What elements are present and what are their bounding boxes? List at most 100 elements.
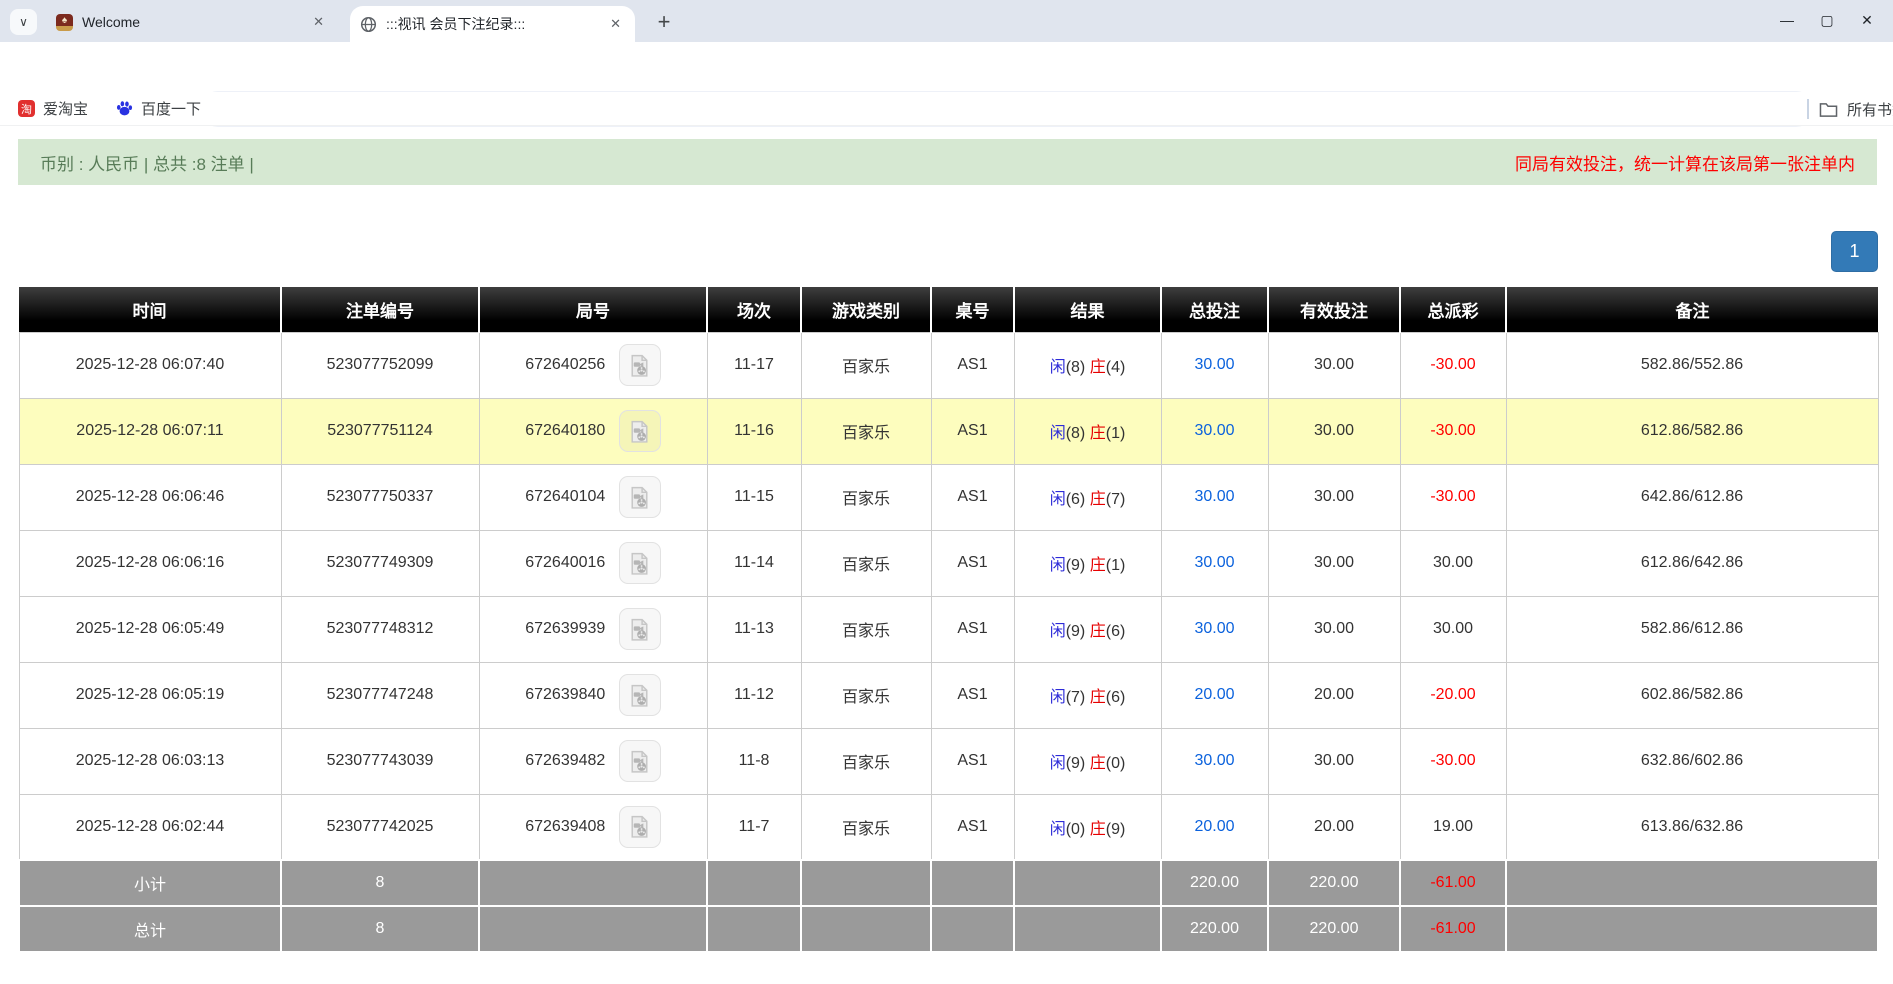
round-id-text: 672639840 (525, 686, 605, 703)
cell-session: 11-8 (707, 728, 801, 794)
summary-valid-bet: 220.00 (1268, 860, 1400, 906)
subtotal-row: 小计 8 220.00 220.00 -61.00 (19, 860, 1878, 906)
cell-bet-id: 523077743039 (281, 728, 479, 794)
table-row[interactable]: 2025-12-28 06:03:13 523077743039 6726394… (19, 728, 1878, 794)
cell-round-id: 672639408 (479, 794, 707, 860)
result-player-label: 闲 (1050, 359, 1066, 376)
video-replay-button[interactable] (619, 674, 661, 716)
total-bet-link[interactable]: 30.00 (1194, 422, 1234, 439)
cell-result: 闲(8) 庄(4) (1014, 332, 1161, 398)
cell-remark: 612.86/642.86 (1506, 530, 1878, 596)
cell-total-bet: 30.00 (1161, 464, 1268, 530)
total-bet-link[interactable]: 30.00 (1194, 752, 1234, 769)
result-player-score: (9) (1066, 557, 1086, 574)
video-replay-icon (627, 353, 652, 378)
result-banker-score: (1) (1106, 425, 1126, 442)
bookmarks-divider (1807, 99, 1809, 119)
cell-bet-id: 523077751124 (281, 398, 479, 464)
video-replay-button[interactable] (619, 344, 661, 386)
table-row[interactable]: 2025-12-28 06:06:46 523077750337 6726401… (19, 464, 1878, 530)
close-window-button[interactable]: ✕ (1847, 1, 1887, 39)
cell-game-type: 百家乐 (801, 662, 931, 728)
cell-remark: 632.86/602.86 (1506, 728, 1878, 794)
bookmark-baidu[interactable]: 百度一下 (106, 98, 211, 119)
summary-valid-bet: 220.00 (1268, 906, 1400, 952)
cell-session: 11-12 (707, 662, 801, 728)
result-player-score: (0) (1066, 821, 1086, 838)
summary-empty (931, 906, 1014, 952)
cell-payout: -30.00 (1400, 464, 1506, 530)
column-header: 有效投注 (1268, 287, 1400, 332)
cell-valid-bet: 30.00 (1268, 530, 1400, 596)
video-replay-button[interactable] (619, 476, 661, 518)
cell-game-type: 百家乐 (801, 596, 931, 662)
cell-game-type: 百家乐 (801, 332, 931, 398)
result-banker-score: (9) (1106, 821, 1126, 838)
browser-toolbar: ← → ⟳ ⌂ videoie.com/ipl/portal.php/game/… (0, 42, 1893, 92)
cell-payout: -20.00 (1400, 662, 1506, 728)
table-row[interactable]: 2025-12-28 06:06:16 523077749309 6726400… (19, 530, 1878, 596)
video-replay-button[interactable] (619, 608, 661, 650)
total-bet-link[interactable]: 30.00 (1194, 488, 1234, 505)
total-bet-link[interactable]: 30.00 (1194, 620, 1234, 637)
video-replay-button[interactable] (619, 740, 661, 782)
bookmark-aitaobao[interactable]: 淘 爱淘宝 (8, 98, 98, 119)
cell-bet-id: 523077748312 (281, 596, 479, 662)
cell-time: 2025-12-28 06:06:46 (19, 464, 281, 530)
summary-payout: -61.00 (1400, 906, 1506, 952)
total-bet-link[interactable]: 30.00 (1194, 554, 1234, 571)
total-bet-link[interactable]: 30.00 (1194, 356, 1234, 373)
minimize-button[interactable]: — (1767, 1, 1807, 39)
video-replay-icon (627, 814, 652, 839)
video-replay-icon (627, 551, 652, 576)
tab-welcome[interactable]: Welcome ✕ (46, 7, 338, 37)
table-row[interactable]: 2025-12-28 06:07:11 523077751124 6726401… (19, 398, 1878, 464)
cell-table-no: AS1 (931, 662, 1014, 728)
result-player-score: (9) (1066, 755, 1086, 772)
cell-session: 11-13 (707, 596, 801, 662)
table-row[interactable]: 2025-12-28 06:07:40 523077752099 6726402… (19, 332, 1878, 398)
video-replay-button[interactable] (619, 542, 661, 584)
total-bet-link[interactable]: 20.00 (1194, 818, 1234, 835)
chevron-down-icon: ∨ (19, 15, 28, 29)
all-bookmarks-button[interactable]: 所有书签 (1819, 99, 1893, 120)
welcome-tab-favicon-icon (56, 14, 73, 31)
result-player-score: (8) (1066, 425, 1086, 442)
bookmarks-bar: 淘 爱淘宝 百度一下 所有书签 (0, 92, 1893, 126)
folder-icon (1819, 101, 1838, 118)
result-player-label: 闲 (1050, 491, 1066, 508)
tab-bet-record[interactable]: :::视讯 会员下注纪录::: ✕ (350, 6, 635, 42)
table-row[interactable]: 2025-12-28 06:05:49 523077748312 6726399… (19, 596, 1878, 662)
result-banker-score: (6) (1106, 623, 1126, 640)
cell-round-id: 672639482 (479, 728, 707, 794)
result-banker-label: 庄 (1090, 557, 1106, 574)
video-replay-button[interactable] (619, 410, 661, 452)
header-row: 时间注单编号局号场次游戏类别桌号结果总投注有效投注总派彩备注 (19, 287, 1878, 332)
cell-round-id: 672640256 (479, 332, 707, 398)
new-tab-button[interactable]: + (650, 8, 678, 36)
currency-summary-text: 币别 : 人民币 | 总共 :8 注单 | (40, 150, 254, 175)
table-row[interactable]: 2025-12-28 06:02:44 523077742025 6726394… (19, 794, 1878, 860)
valid-bet-notice-text: 同局有效投注，统一计算在该局第一张注单内 (1515, 150, 1855, 175)
tab-close-icon[interactable]: ✕ (606, 14, 625, 34)
cell-total-bet: 30.00 (1161, 332, 1268, 398)
cell-total-bet: 30.00 (1161, 728, 1268, 794)
cell-table-no: AS1 (931, 332, 1014, 398)
maximize-button[interactable]: ▢ (1807, 1, 1847, 39)
cell-valid-bet: 30.00 (1268, 728, 1400, 794)
result-banker-label: 庄 (1090, 623, 1106, 640)
summary-total-bet: 220.00 (1161, 906, 1268, 952)
total-bet-link[interactable]: 20.00 (1194, 686, 1234, 703)
tab-close-icon[interactable]: ✕ (309, 12, 328, 32)
table-row[interactable]: 2025-12-28 06:05:19 523077747248 6726398… (19, 662, 1878, 728)
summary-empty (1506, 906, 1878, 952)
pagination-page-1-button[interactable]: 1 (1831, 231, 1878, 272)
video-replay-button[interactable] (619, 806, 661, 848)
cell-time: 2025-12-28 06:06:16 (19, 530, 281, 596)
globe-icon (360, 16, 377, 33)
cell-table-no: AS1 (931, 530, 1014, 596)
tab-search-button[interactable]: ∨ (10, 9, 37, 35)
round-id-text: 672639408 (525, 818, 605, 835)
cell-time: 2025-12-28 06:07:40 (19, 332, 281, 398)
column-header: 结果 (1014, 287, 1161, 332)
